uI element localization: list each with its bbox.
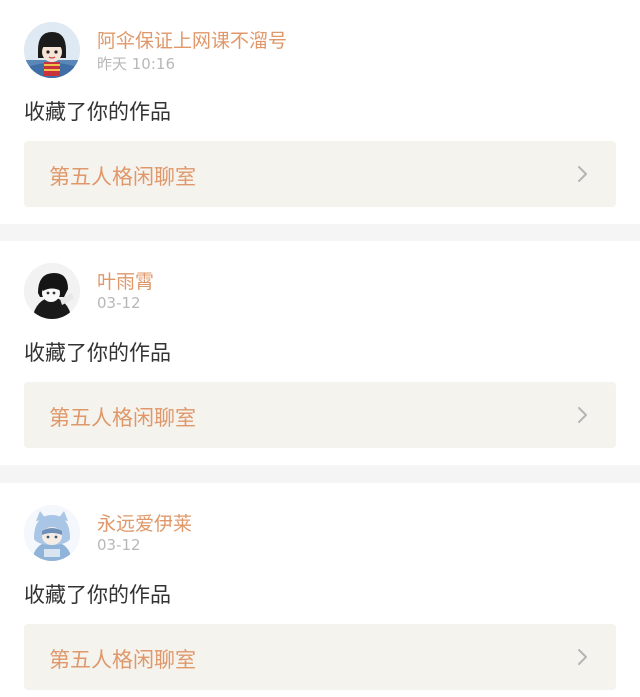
work-title: 第五人格闲聊室 (49, 406, 196, 430)
cartoon-girl-avatar-icon (24, 22, 80, 78)
user-avatar[interactable] (24, 263, 80, 319)
work-link[interactable]: 第五人格闲聊室 (24, 141, 616, 207)
user-avatar[interactable] (24, 505, 80, 561)
work-link[interactable]: 第五人格闲聊室 (24, 624, 616, 690)
notification-feed: 阿伞保证上网课不溜号 昨天 10:16 收藏了你的作品 第五人格闲聊室 叶雨霄 (0, 0, 640, 697)
username[interactable]: 叶雨霄 (97, 267, 154, 294)
chevron-right-icon (572, 647, 592, 667)
user-avatar[interactable] (24, 22, 80, 78)
timestamp: 昨天 10:16 (97, 55, 175, 73)
timestamp: 03-12 (97, 536, 141, 554)
username[interactable]: 阿伞保证上网课不溜号 (97, 26, 287, 53)
blue-owl-hood-avatar-icon (24, 505, 80, 561)
action-text: 收藏了你的作品 (24, 100, 171, 124)
work-title: 第五人格闲聊室 (49, 648, 196, 672)
notification-card: 永远爱伊莱 03-12 收藏了你的作品 第五人格闲聊室 (0, 483, 640, 697)
dark-anime-avatar-icon (24, 263, 80, 319)
chevron-right-icon (572, 405, 592, 425)
username[interactable]: 永远爱伊莱 (97, 509, 192, 536)
action-text: 收藏了你的作品 (24, 341, 171, 365)
action-text: 收藏了你的作品 (24, 583, 171, 607)
chevron-right-icon (572, 164, 592, 184)
work-link[interactable]: 第五人格闲聊室 (24, 382, 616, 448)
notification-card: 叶雨霄 03-12 收藏了你的作品 第五人格闲聊室 (0, 241, 640, 465)
work-title: 第五人格闲聊室 (49, 165, 196, 189)
timestamp: 03-12 (97, 294, 141, 312)
notification-card: 阿伞保证上网课不溜号 昨天 10:16 收藏了你的作品 第五人格闲聊室 (0, 0, 640, 224)
